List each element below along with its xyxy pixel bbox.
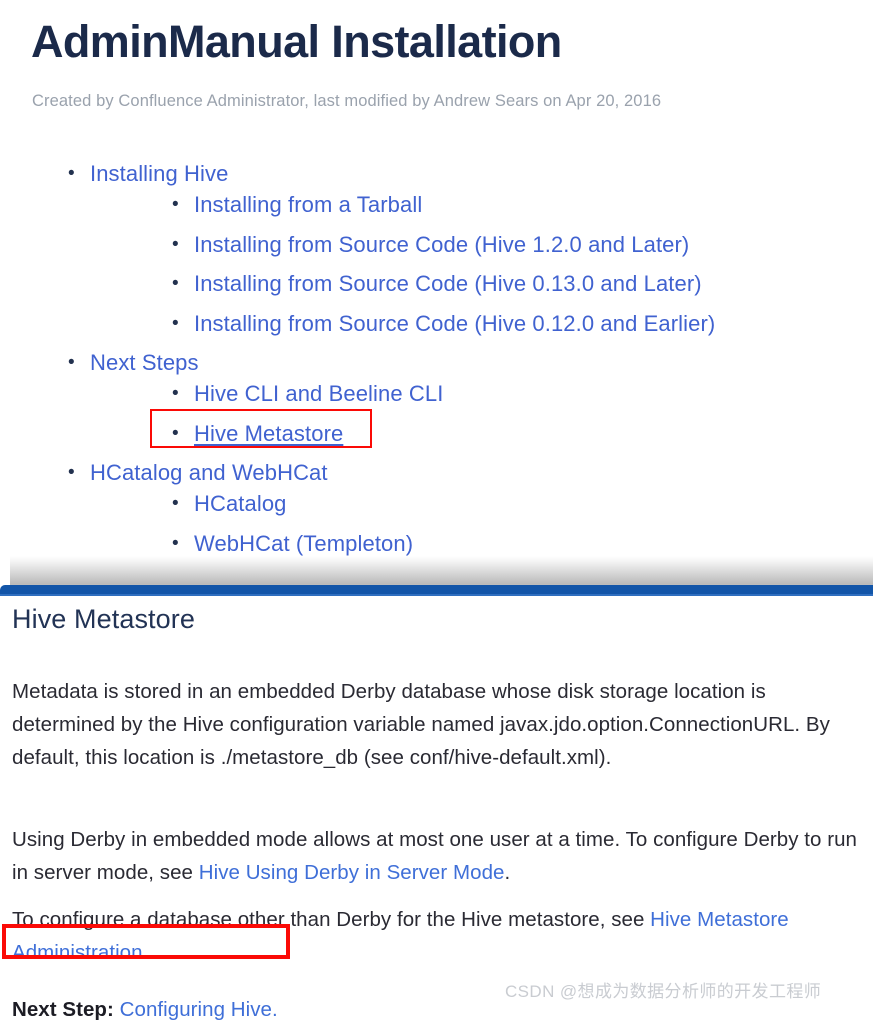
next-step-label: Next Step: [12,997,114,1021]
paragraph-other-db-text-before: To configure a database other than Derby… [12,907,651,931]
toc-list-level-2: Installing from a Tarball Installing fro… [164,191,850,341]
toc-item-installing-hive[interactable]: Installing Hive Installing from a Tarbal… [60,160,850,341]
toc-link-webhcat-templeton[interactable]: WebHCat (Templeton) [194,531,413,556]
table-of-contents: Installing Hive Installing from a Tarbal… [60,160,850,556]
toc-list-level-2: HCatalog WebHCat (Templeton) [164,490,850,556]
toc-panel: AdminManual Installation Created by Conf… [0,0,873,556]
toc-link-source-120[interactable]: Installing from Source Code (Hive 1.2.0 … [194,232,689,257]
section-heading-hive-metastore: Hive Metastore [12,604,195,634]
link-configuring-hive[interactable]: Configuring Hive. [120,998,278,1021]
toc-item-hcatalog-webhcat[interactable]: HCatalog and WebHCat HCatalog WebHCat (T… [60,459,850,556]
paragraph-derby-embedded: Using Derby in embedded mode allows at m… [12,823,857,889]
toc-item-hive-metastore[interactable]: Hive Metastore [164,420,850,451]
toc-item-next-steps[interactable]: Next Steps Hive CLI and Beeline CLI Hive… [60,349,850,451]
toc-link-hcatalog[interactable]: HCatalog [194,491,287,516]
toc-list-level-2: Hive CLI and Beeline CLI Hive Metastore [164,380,850,451]
toc-link-installing-tarball[interactable]: Installing from a Tarball [194,192,422,217]
paragraph-metadata-storage: Metadata is stored in an embedded Derby … [12,679,830,769]
toc-item-webhcat-templeton[interactable]: WebHCat (Templeton) [164,530,850,557]
paragraph-other-db-text-after: . [142,940,149,964]
toc-link-installing-hive[interactable]: Installing Hive [90,161,228,186]
toc-item-hcatalog[interactable]: HCatalog [164,490,850,521]
toc-link-next-steps[interactable]: Next Steps [90,350,199,375]
csdn-watermark: CSDN @想成为数据分析师的开发工程师 [505,982,822,1001]
page-title: AdminManual Installation [31,16,562,67]
toc-list-level-1: Installing Hive Installing from a Tarbal… [60,160,850,556]
toc-link-source-0130[interactable]: Installing from Source Code (Hive 0.13.0… [194,271,702,296]
toc-item-hive-cli-beeline[interactable]: Hive CLI and Beeline CLI [164,380,850,411]
toc-link-hcatalog-webhcat[interactable]: HCatalog and WebHCat [90,460,328,485]
toc-item-source-120[interactable]: Installing from Source Code (Hive 1.2.0 … [164,231,850,262]
accent-bar [0,585,873,594]
link-hive-using-derby-server-mode[interactable]: Hive Using Derby in Server Mode [199,861,505,884]
toc-item-installing-tarball[interactable]: Installing from a Tarball [164,191,850,222]
article-panel: Hive Metastore Metadata is stored in an … [0,596,873,1021]
toc-link-source-0120[interactable]: Installing from Source Code (Hive 0.12.0… [194,311,715,336]
paragraph-other-database: To configure a database other than Derby… [12,903,857,969]
toc-link-hive-metastore[interactable]: Hive Metastore [194,421,343,446]
page-byline: Created by Confluence Administrator, las… [32,92,662,110]
paragraph-derby-text-after: . [504,860,511,884]
toc-link-hive-cli-beeline[interactable]: Hive CLI and Beeline CLI [194,381,443,406]
toc-item-source-0120[interactable]: Installing from Source Code (Hive 0.12.0… [164,310,850,341]
panel-separator [0,556,873,588]
toc-item-source-0130[interactable]: Installing from Source Code (Hive 0.13.0… [164,270,850,301]
